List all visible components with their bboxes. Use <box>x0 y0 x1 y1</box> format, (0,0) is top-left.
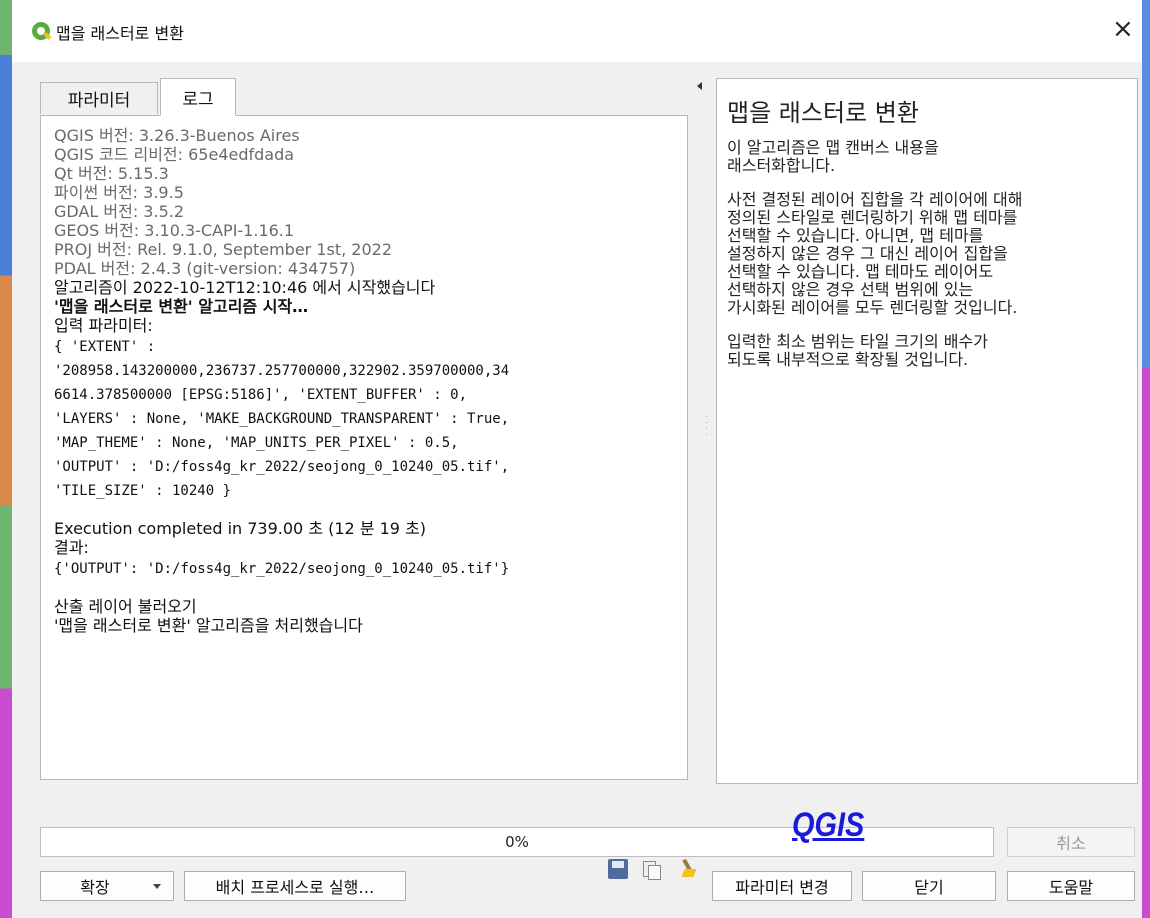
help-paragraph: 사전 결정된 레이어 집합을 각 레이어에 대해 정의된 스타일로 렌더링하기 … <box>727 191 1127 317</box>
log-start-line: 알고리즘이 2022-10-12T12:10:46 에서 시작했습니다 <box>54 278 436 297</box>
window-title: 맵을 래스터로 변환 <box>56 24 184 43</box>
log-params-line: 'OUTPUT' : 'D:/foss4g_kr_2022/seojong_0_… <box>54 459 510 475</box>
help-line: 사전 결정된 레이어 집합을 각 레이어에 대해 <box>727 190 1023 209</box>
log-info-line: PDAL 버전: 2.4.3 (git-version: 434757) <box>54 259 356 278</box>
help-line: 이 알고리즘은 맵 캔버스 내용을 <box>727 138 939 157</box>
help-line: 입력한 최소 범위는 타일 크기의 배수가 <box>727 332 988 351</box>
help-paragraph: 입력한 최소 범위는 타일 크기의 배수가 되도록 내부적으로 확장될 것입니다… <box>727 333 1127 369</box>
background-map-edge-right <box>1142 0 1150 918</box>
background-map-edge-left <box>0 0 12 918</box>
expand-label: 확장 <box>80 878 110 897</box>
help-line: 되도록 내부적으로 확장될 것입니다. <box>727 350 969 369</box>
help-line: 설정하지 않은 경우 그 대신 레이어 집합을 <box>727 244 1008 263</box>
title-bar: 맵을 래스터로 변환 × <box>12 0 1142 62</box>
dialog-window: 맵을 래스터로 변환 × 파라미터 로그 QGIS 버전: 3.26.3-Bue… <box>12 0 1142 918</box>
log-params-line: 6614.378500000 [EPSG:5186]', 'EXTENT_BUF… <box>54 387 468 403</box>
tab-parameters[interactable]: 파라미터 <box>40 82 158 114</box>
clear-icon[interactable] <box>678 859 698 879</box>
log-params-line: '208958.143200000,236737.257700000,32290… <box>54 363 510 379</box>
log-loading-line: 산출 레이어 불러오기 <box>54 597 197 616</box>
log-spacer <box>54 503 679 519</box>
expand-dropdown-button[interactable]: 확장 <box>40 871 174 901</box>
log-params-line: 'LAYERS' : None, 'MAKE_BACKGROUND_TRANSP… <box>54 411 510 427</box>
help-line: 선택할 수 있습니다. 맵 테마도 레이어도 <box>727 262 994 281</box>
cancel-button[interactable]: 취소 <box>1007 827 1135 857</box>
tab-log[interactable]: 로그 <box>160 78 236 116</box>
log-params-line: 'MAP_THEME' : None, 'MAP_UNITS_PER_PIXEL… <box>54 435 459 451</box>
help-line: 가시화된 레이어를 모두 렌더링할 것입니다. <box>727 298 1018 317</box>
log-info-line: GEOS 버전: 3.10.3-CAPI-1.16.1 <box>54 221 295 240</box>
help-line: 선택할 수 있습니다. 아니면, 맵 테마를 <box>727 226 984 245</box>
help-line: 래스터화합니다. <box>727 156 836 175</box>
log-info-line: 파이썬 버전: 3.9.5 <box>54 183 184 202</box>
progress-label: 0% <box>505 833 529 851</box>
log-spacer <box>54 581 679 597</box>
log-panel: QGIS 버전: 3.26.3-Buenos Aires QGIS 코드 리비전… <box>40 115 688 880</box>
qgis-watermark: QGIS <box>792 806 865 844</box>
log-execution-line: Execution completed in 739.00 초 (12 분 19… <box>54 519 427 538</box>
log-result-value: {'OUTPUT': 'D:/foss4g_kr_2022/seojong_0_… <box>54 561 510 577</box>
change-parameters-button[interactable]: 파라미터 변경 <box>712 871 852 901</box>
help-panel: 맵을 래스터로 변환 이 알고리즘은 맵 캔버스 내용을 래스터화합니다. 사전… <box>716 78 1138 784</box>
copy-icon[interactable] <box>641 859 661 880</box>
log-done-line: '맵을 래스터로 변환' 알고리즘을 처리했습니다 <box>54 616 363 635</box>
log-info-line: Qt 버전: 5.15.3 <box>54 164 169 183</box>
log-params-line: 'TILE_SIZE' : 10240 } <box>54 483 232 499</box>
help-paragraph: 이 알고리즘은 맵 캔버스 내용을 래스터화합니다. <box>727 139 1127 175</box>
log-params-line: { 'EXTENT' : <box>54 339 156 355</box>
help-line: 선택하지 않은 경우 선택 범위에 있는 <box>727 280 974 299</box>
help-line: 정의된 스타일로 렌더링하기 위해 맵 테마를 <box>727 208 1018 227</box>
log-info-line: QGIS 코드 리비전: 65e4edfdada <box>54 145 295 164</box>
save-icon[interactable] <box>608 859 628 879</box>
collapse-arrow-icon[interactable] <box>697 82 702 90</box>
help-title: 맵을 래스터로 변환 <box>727 99 919 127</box>
close-button[interactable]: 닫기 <box>862 871 996 901</box>
help-body: 이 알고리즘은 맵 캔버스 내용을 래스터화합니다. 사전 결정된 레이어 집합… <box>727 139 1127 385</box>
log-input-params-label: 입력 파라미터: <box>54 316 153 335</box>
splitter-handle[interactable]: · · · · <box>705 413 708 441</box>
chevron-down-icon <box>153 884 161 889</box>
log-info-line: QGIS 버전: 3.26.3-Buenos Aires <box>54 126 300 145</box>
log-output[interactable]: QGIS 버전: 3.26.3-Buenos Aires QGIS 코드 리비전… <box>54 126 679 635</box>
log-result-label: 결과: <box>54 538 89 557</box>
batch-process-button[interactable]: 배치 프로세스로 실행… <box>184 871 406 901</box>
log-algorithm-start: '맵을 래스터로 변환' 알고리즘 시작… <box>54 297 309 316</box>
help-button[interactable]: 도움말 <box>1007 871 1135 901</box>
log-info-line: PROJ 버전: Rel. 9.1.0, September 1st, 2022 <box>54 240 393 259</box>
log-info-line: GDAL 버전: 3.5.2 <box>54 202 185 221</box>
qgis-logo-icon <box>32 22 50 40</box>
close-icon[interactable]: × <box>1112 14 1134 44</box>
